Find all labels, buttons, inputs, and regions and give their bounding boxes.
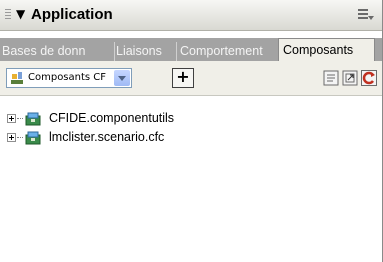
tab-bases-de-donnees[interactable]: Bases de donn [0, 42, 115, 61]
tab-composants[interactable]: Composants [278, 38, 375, 61]
tree-item-label: lmclister.scenario.cfc [49, 130, 165, 144]
chevron-down-icon[interactable] [114, 70, 130, 86]
component-package-icon [25, 112, 41, 126]
panel-options-menu-icon[interactable] [358, 9, 374, 21]
tree-connector [17, 118, 23, 119]
components-toolbar: Composants CF + [0, 61, 382, 96]
panel-tab-bar: Bases de donn Liaisons Comportement Comp… [0, 38, 382, 61]
application-panel: ▼ Application Bases de donn Liaisons Com… [0, 0, 383, 262]
tab-liaisons[interactable]: Liaisons [116, 42, 177, 61]
open-page-icon[interactable] [342, 70, 358, 86]
panel-title: Application [31, 6, 113, 23]
tree-item-label: CFIDE.componentutils [49, 111, 175, 125]
add-component-button[interactable]: + [172, 68, 194, 88]
component-package-icon [25, 131, 41, 145]
tree-item[interactable]: CFIDE.componentutils [0, 110, 300, 128]
expand-plus-icon[interactable] [7, 133, 16, 142]
document-icon[interactable] [323, 70, 339, 86]
collapse-triangle-icon[interactable]: ▼ [16, 7, 25, 21]
component-type-value: Composants CF [28, 72, 107, 83]
tab-comportements[interactable]: Comportement [180, 42, 276, 61]
tree-item[interactable]: lmclister.scenario.cfc [0, 129, 300, 147]
component-type-select[interactable]: Composants CF [6, 68, 132, 88]
cf-components-icon [11, 72, 23, 84]
tree-connector [17, 137, 23, 138]
panel-titlebar[interactable]: ▼ Application [0, 0, 382, 31]
panel-grip-handle[interactable] [5, 9, 11, 21]
expand-plus-icon[interactable] [7, 114, 16, 123]
refresh-icon[interactable] [361, 70, 377, 86]
